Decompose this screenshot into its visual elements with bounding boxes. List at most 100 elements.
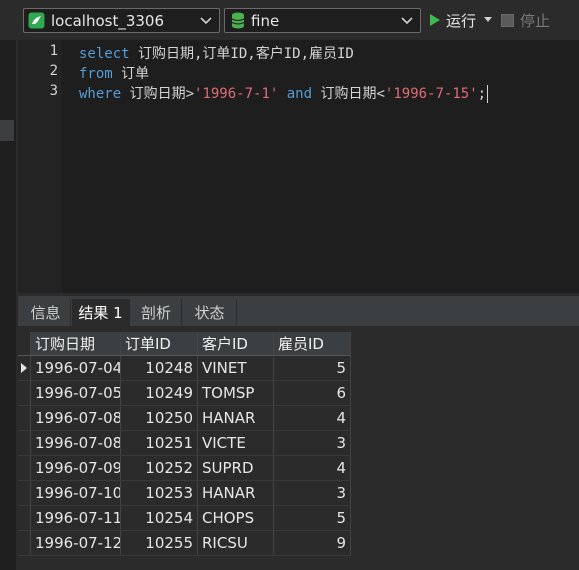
tab-info[interactable]: 信息 (21, 299, 71, 326)
employee-id-cell[interactable]: 6 (274, 381, 351, 406)
order-date-cell[interactable]: 1996-07-09 (31, 456, 121, 481)
order-id-cell[interactable]: 10250 (121, 406, 198, 431)
table-row[interactable]: 1996-07-04 10248 VINET 5 (18, 356, 351, 381)
order-date-cell[interactable]: 1996-07-11 (31, 506, 121, 531)
code-line: where 订购日期>'1996-7-1' and 订购日期<'1996-7-1… (79, 83, 489, 103)
query-window: localhost_3306 fine 运行 停止 1 2 3 select 订… (0, 0, 579, 570)
line-number: 1 (49, 43, 58, 59)
connection-name: localhost_3306 (51, 11, 165, 30)
table-row[interactable]: 1996-07-05 10249 TOMSP 6 (18, 381, 351, 406)
order-id-cell[interactable]: 10252 (121, 456, 198, 481)
side-strip (0, 40, 16, 570)
chevron-down-icon (200, 17, 212, 25)
table-row[interactable]: 1996-07-10 10253 HANAR 3 (18, 481, 351, 506)
line-number: 2 (49, 63, 58, 79)
run-label: 运行 (446, 11, 477, 30)
order-id-cell[interactable]: 10251 (121, 431, 198, 456)
table-row[interactable]: 1996-07-12 10255 RICSU 9 (18, 531, 351, 556)
order-date-cell[interactable]: 1996-07-08 (31, 406, 121, 431)
run-button[interactable]: 运行 (429, 9, 493, 31)
current-row-arrow-icon (21, 363, 27, 373)
keyword: where (79, 86, 122, 102)
customer-id-cell[interactable]: RICSU (198, 531, 274, 556)
text-cursor (487, 85, 489, 103)
keyword: select (79, 46, 130, 62)
keyword: from (79, 66, 113, 82)
order-date-cell[interactable]: 1996-07-10 (31, 481, 121, 506)
code-line: from 订单 (79, 63, 149, 83)
column-header[interactable]: 客户ID (198, 332, 274, 356)
column-header[interactable]: 订购日期 (31, 332, 121, 356)
employee-id-cell[interactable]: 4 (274, 456, 351, 481)
row-selector[interactable] (18, 456, 31, 481)
row-selector[interactable] (18, 531, 31, 556)
order-id-cell[interactable]: 10254 (121, 506, 198, 531)
order-id-cell[interactable]: 10253 (121, 481, 198, 506)
connection-select[interactable]: localhost_3306 (23, 8, 220, 33)
play-icon (430, 14, 440, 26)
string-literal: '1996-7-15' (384, 86, 478, 102)
customer-id-cell[interactable]: VINET (198, 356, 274, 381)
result-tabs: 信息 结果 1 剖析 状态 (18, 296, 579, 326)
row-header-corner (18, 332, 31, 356)
order-date-cell[interactable]: 1996-07-08 (31, 431, 121, 456)
employee-id-cell[interactable]: 4 (274, 406, 351, 431)
employee-id-cell[interactable]: 3 (274, 431, 351, 456)
stop-button[interactable]: 停止 (501, 9, 550, 31)
code-text: 订单 (112, 66, 150, 82)
toolbar: localhost_3306 fine 运行 停止 (0, 0, 579, 40)
employee-id-cell[interactable]: 5 (274, 356, 351, 381)
code-text: ; (477, 86, 487, 102)
tab-profile[interactable]: 剖析 (131, 299, 182, 326)
customer-id-cell[interactable]: HANAR (198, 481, 274, 506)
order-id-cell[interactable]: 10248 (121, 356, 198, 381)
employee-id-cell[interactable]: 9 (274, 531, 351, 556)
line-number-gutter: 1 2 3 (18, 40, 62, 293)
table-row[interactable]: 1996-07-11 10254 CHOPS 5 (18, 506, 351, 531)
caret-down-icon[interactable] (484, 17, 493, 23)
stop-label: 停止 (520, 11, 551, 30)
employee-id-cell[interactable]: 5 (274, 506, 351, 531)
stop-icon (501, 13, 514, 27)
customer-id-cell[interactable]: HANAR (198, 406, 274, 431)
employee-id-cell[interactable]: 3 (274, 481, 351, 506)
code-line: select 订购日期,订单ID,客户ID,雇员ID (79, 43, 354, 63)
tab-status[interactable]: 状态 (183, 299, 237, 326)
code-text: 订购日期,订单ID,客户ID,雇员ID (129, 46, 354, 62)
sql-editor[interactable]: 1 2 3 select 订购日期,订单ID,客户ID,雇员ID from 订单… (18, 40, 579, 293)
customer-id-cell[interactable]: CHOPS (198, 506, 274, 531)
order-id-cell[interactable]: 10255 (121, 531, 198, 556)
row-selector[interactable] (18, 431, 31, 456)
keyword: and (286, 86, 313, 102)
customer-id-cell[interactable]: VICTE (198, 431, 274, 456)
row-selector[interactable] (18, 381, 31, 406)
table-row[interactable]: 1996-07-08 10250 HANAR 4 (18, 406, 351, 431)
connection-icon (28, 12, 45, 29)
table-row[interactable]: 1996-07-09 10252 SUPRD 4 (18, 456, 351, 481)
side-marker (0, 120, 14, 141)
row-selector[interactable] (18, 481, 31, 506)
string-literal: '1996-7-1' (194, 86, 279, 102)
row-selector[interactable] (18, 506, 31, 531)
grid-body: 1996-07-04 10248 VINET 5 1996-07-05 10249 TOMS… (18, 356, 351, 556)
table-row[interactable]: 1996-07-08 10251 VICTE 3 (18, 431, 351, 456)
column-header[interactable]: 雇员ID (274, 332, 351, 356)
tab-result-1[interactable]: 结果 1 (72, 299, 130, 326)
order-date-cell[interactable]: 1996-07-05 (31, 381, 121, 406)
order-id-cell[interactable]: 10249 (121, 381, 198, 406)
customer-id-cell[interactable]: TOMSP (198, 381, 274, 406)
chevron-down-icon (401, 17, 413, 25)
row-selector[interactable] (18, 356, 31, 381)
result-grid: 订购日期 订单ID 客户ID 雇员ID 1996-07-04 10248 VINET… (18, 332, 351, 556)
line-number: 3 (49, 83, 58, 99)
database-select[interactable]: fine (224, 8, 421, 33)
order-date-cell[interactable]: 1996-07-04 (31, 356, 121, 381)
column-header[interactable]: 订单ID (121, 332, 198, 356)
database-icon (231, 12, 245, 29)
customer-id-cell[interactable]: SUPRD (198, 456, 274, 481)
database-name: fine (251, 11, 280, 30)
order-date-cell[interactable]: 1996-07-12 (31, 531, 121, 556)
code-text: 订购日期> (121, 86, 195, 102)
row-selector[interactable] (18, 406, 31, 431)
grid-header: 订购日期 订单ID 客户ID 雇员ID (18, 332, 351, 356)
